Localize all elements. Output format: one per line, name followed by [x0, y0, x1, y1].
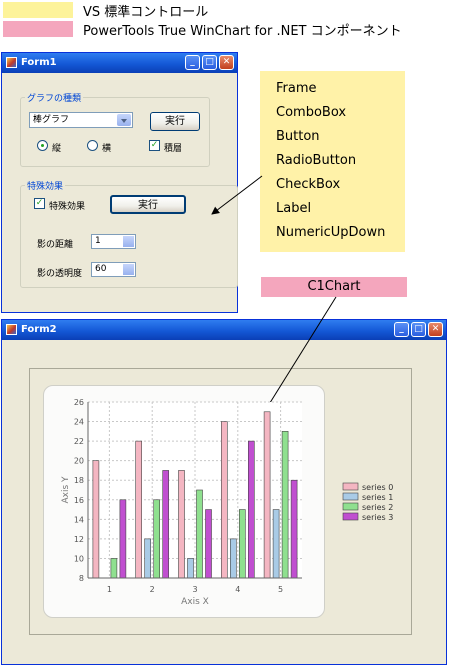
y-tick-label: 22 [74, 437, 84, 446]
legend-label-series-0: series 0 [362, 483, 393, 492]
bar-chart: 81012141618202224261 2 3 4 5Axis XAxis Yseri… [61, 398, 393, 607]
bar-series-1-3 [187, 558, 194, 579]
y-tick-label: 10 [74, 554, 84, 563]
bar-series-2-1 [110, 558, 118, 579]
bar-series-1-5 [272, 509, 280, 579]
bar-series-3-1 [119, 499, 127, 579]
x-tick-label: 2 [150, 585, 155, 594]
legend-label-series-2: series 2 [362, 503, 393, 512]
bar-series-0-3 [178, 470, 185, 579]
bar-series-1-4 [230, 538, 237, 579]
bar-series-0-2 [135, 440, 142, 579]
legend-swatch-series-1 [342, 492, 359, 501]
bar-series-3-4 [248, 440, 255, 579]
legend-swatch-series-0 [342, 482, 359, 491]
y-tick-label: 24 [74, 418, 84, 427]
y-tick-label: 14 [74, 515, 84, 524]
y-tick-label: 18 [74, 476, 84, 485]
legend-swatch-series-2 [342, 502, 359, 511]
bar-series-2-4 [239, 509, 246, 579]
y-tick-label: 16 [74, 496, 84, 505]
bar-series-3-5 [290, 479, 298, 579]
legend-label-series-3: series 3 [362, 513, 393, 522]
bar-series-0-4 [221, 421, 228, 579]
y-tick-label: 8 [79, 574, 84, 583]
bar-series-3-2 [162, 470, 169, 579]
x-tick-label: 4 [235, 585, 240, 594]
bar-series-2-5 [281, 431, 289, 579]
bar-series-1-2 [144, 538, 151, 579]
bar-series-3-3 [205, 509, 212, 579]
y-tick-label: 12 [74, 535, 84, 544]
bar-series-0-5 [263, 411, 271, 579]
x-tick-label: 3 [192, 585, 197, 594]
legend-swatch-series-3 [342, 512, 359, 521]
bar-series-0-1 [92, 460, 100, 579]
x-tick-label: 1 [107, 585, 112, 594]
y-axis-title: Axis Y [61, 476, 71, 504]
y-tick-label: 20 [74, 457, 84, 466]
y-tick-label: 26 [74, 398, 84, 407]
legend-label-series-1: series 1 [362, 493, 393, 502]
x-tick-label: 5 [278, 585, 283, 594]
x-axis-title: Axis X [181, 597, 209, 607]
bar-series-2-2 [153, 499, 160, 579]
bar-series-2-3 [196, 489, 203, 579]
